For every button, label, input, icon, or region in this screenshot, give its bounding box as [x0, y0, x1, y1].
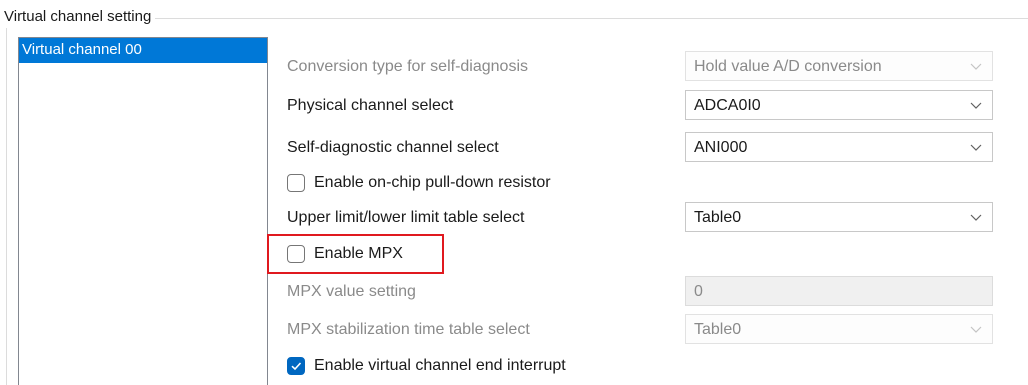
- physical-channel-select[interactable]: ADCA0I0: [685, 90, 993, 120]
- list-item-virtual-channel-00[interactable]: Virtual channel 00: [19, 38, 267, 63]
- conversion-type-select: Hold value A/D conversion: [685, 51, 993, 81]
- conversion-type-value: Hold value A/D conversion: [694, 58, 882, 75]
- limit-table-value: Table0: [694, 209, 742, 226]
- chevron-down-icon[interactable]: [969, 140, 983, 154]
- pulldown-checkbox[interactable]: [287, 174, 305, 192]
- end-interrupt-checkbox[interactable]: [287, 357, 305, 375]
- checkmark-icon: [291, 362, 302, 371]
- self-diagnostic-channel-value: ANI000: [694, 139, 748, 156]
- virtual-channel-list[interactable]: Virtual channel 00: [18, 37, 268, 385]
- end-interrupt-checkbox-label[interactable]: Enable virtual channel end interrupt: [314, 356, 566, 376]
- mpx-stabilization-select: Table0: [685, 314, 993, 344]
- chevron-down-icon[interactable]: [969, 98, 983, 112]
- pulldown-checkbox-label[interactable]: Enable on-chip pull-down resistor: [314, 173, 551, 193]
- mpx-value-label: MPX value setting: [287, 283, 416, 300]
- limit-table-select[interactable]: Table0: [685, 202, 993, 232]
- mpx-value-text: 0: [694, 283, 703, 300]
- chevron-down-icon: [969, 322, 983, 336]
- chevron-down-icon[interactable]: [969, 210, 983, 224]
- group-title: Virtual channel setting: [4, 6, 156, 28]
- conversion-type-label: Conversion type for self-diagnosis: [287, 58, 529, 75]
- self-diagnostic-channel-select[interactable]: ANI000: [685, 132, 993, 162]
- mpx-value-input: 0: [685, 276, 993, 306]
- mpx-stabilization-value: Table0: [694, 321, 742, 338]
- self-diagnostic-channel-label: Self-diagnostic channel select: [287, 139, 499, 156]
- physical-channel-label: Physical channel select: [287, 97, 454, 114]
- mpx-stabilization-label: MPX stabilization time table select: [287, 321, 530, 338]
- mpx-highlight-box: [267, 234, 444, 274]
- chevron-down-icon: [969, 59, 983, 73]
- physical-channel-value: ADCA0I0: [694, 97, 761, 114]
- limit-table-label: Upper limit/lower limit table select: [287, 209, 525, 226]
